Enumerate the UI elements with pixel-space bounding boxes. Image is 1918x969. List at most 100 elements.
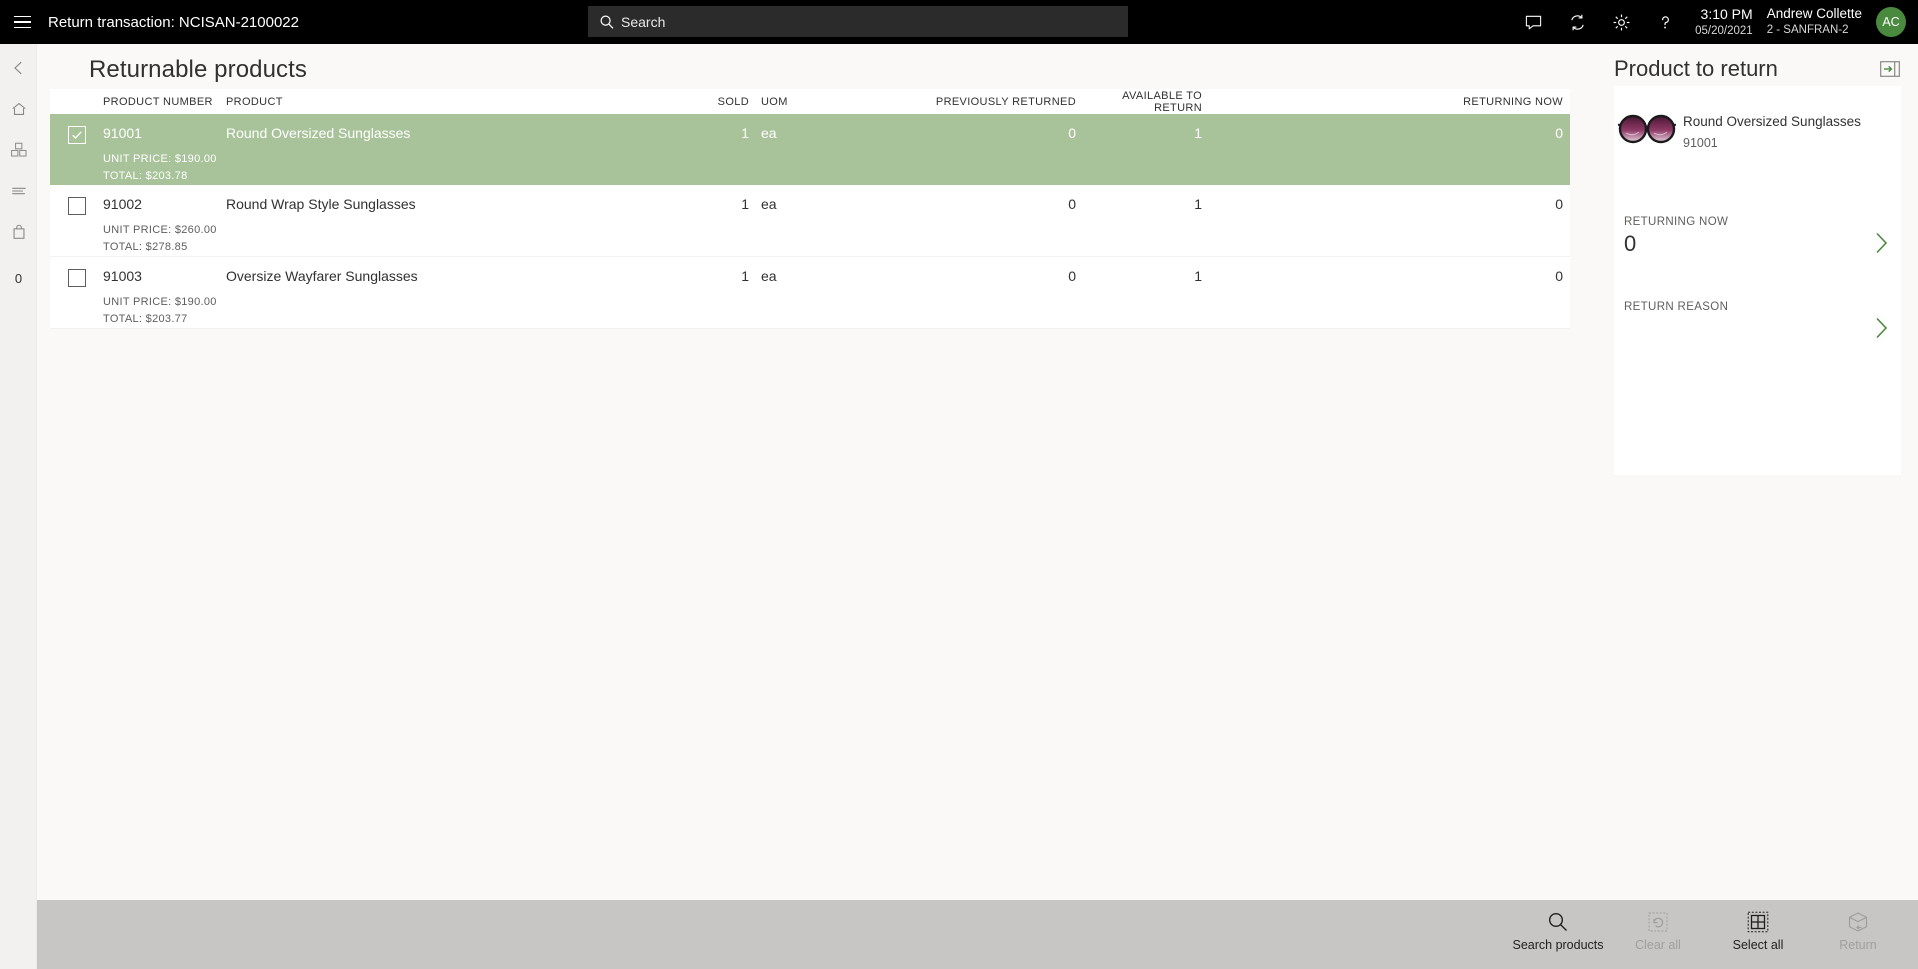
unit-price-value: UNIT PRICE: $190.00 bbox=[103, 153, 217, 165]
cell-product-number: 91002 UNIT PRICE: $260.00 TOTAL: $278.85 bbox=[103, 185, 226, 256]
return-label: Return bbox=[1839, 938, 1877, 952]
cell-sold: 1 bbox=[741, 268, 749, 284]
cell-returning-now: 0 bbox=[1555, 125, 1563, 141]
unit-price-value: UNIT PRICE: $260.00 bbox=[103, 224, 217, 236]
chevron-right-icon[interactable] bbox=[1871, 230, 1891, 261]
avatar[interactable]: AC bbox=[1876, 7, 1906, 37]
cell-product-name: Oversize Wayfarer Sunglasses bbox=[226, 268, 418, 284]
clear-all-button[interactable]: Clear all bbox=[1608, 900, 1708, 953]
select-all-label: Select all bbox=[1732, 938, 1784, 952]
return-reason-label: RETURN REASON bbox=[1624, 301, 1729, 313]
total-value: TOTAL: $278.85 bbox=[103, 241, 188, 253]
unit-price-value: UNIT PRICE: $190.00 bbox=[103, 296, 217, 308]
top-app-bar: Return transaction: NCISAN-2100022 Searc… bbox=[0, 0, 1918, 44]
product-to-return-panel: Product to return Round Oversized Sungla… bbox=[1570, 44, 1918, 900]
help-icon[interactable] bbox=[1643, 0, 1687, 44]
clear-all-label: Clear all bbox=[1635, 938, 1681, 952]
return-reason-field[interactable]: RETURN REASON bbox=[1624, 301, 1891, 344]
product-number-value: 91001 bbox=[103, 125, 142, 141]
price-details: UNIT PRICE: $190.00 TOTAL: $203.77 bbox=[103, 294, 226, 328]
select-all-icon bbox=[1747, 909, 1769, 935]
selected-product-text: Round Oversized Sunglasses 91001 bbox=[1683, 96, 1861, 150]
cell-available-to-return: 1 bbox=[1194, 196, 1202, 212]
user-name: Andrew Collette bbox=[1766, 6, 1862, 22]
current-date: 05/20/2021 bbox=[1695, 24, 1753, 37]
bottom-actions: Search products Clear all Select all Ret… bbox=[1508, 900, 1908, 969]
current-time: 3:10 PM bbox=[1700, 6, 1753, 23]
column-header-uom: UOM bbox=[761, 95, 788, 108]
back-icon[interactable] bbox=[0, 49, 37, 87]
gear-icon[interactable] bbox=[1599, 0, 1643, 44]
return-product-card: Round Oversized Sunglasses 91001 RETURNI… bbox=[1614, 86, 1901, 475]
expand-panel-icon[interactable] bbox=[1880, 61, 1900, 77]
search-input[interactable]: Search bbox=[588, 6, 1128, 37]
bag-icon[interactable] bbox=[0, 213, 37, 251]
total-value: TOTAL: $203.77 bbox=[103, 313, 188, 325]
page-transaction-title: Return transaction: NCISAN-2100022 bbox=[48, 13, 299, 31]
returning-now-field[interactable]: RETURNING NOW 0 bbox=[1624, 216, 1891, 259]
price-details: UNIT PRICE: $190.00 TOTAL: $203.78 bbox=[103, 151, 226, 185]
cell-returning-now: 0 bbox=[1555, 268, 1563, 284]
row-checkbox-cell[interactable] bbox=[50, 185, 103, 215]
cell-uom: ea bbox=[761, 268, 777, 284]
select-all-button[interactable]: Select all bbox=[1708, 900, 1808, 953]
cell-available-to-return: 1 bbox=[1194, 268, 1202, 284]
row-checkbox[interactable] bbox=[67, 126, 86, 144]
product-number-value: 91002 bbox=[103, 196, 142, 212]
cell-available-to-return: 1 bbox=[1194, 125, 1202, 141]
selected-product-summary: Round Oversized Sunglasses 91001 bbox=[1614, 86, 1901, 152]
hamburger-menu-icon[interactable] bbox=[0, 0, 44, 44]
grid-header-row: PRODUCT NUMBER PRODUCT SOLD UOM PREVIOUS… bbox=[50, 89, 1580, 114]
cell-uom: ea bbox=[761, 196, 777, 212]
search-icon bbox=[599, 14, 615, 30]
column-header-returning-now: RETURNING NOW bbox=[1463, 95, 1563, 108]
cell-returning-now: 0 bbox=[1555, 196, 1563, 212]
cell-uom: ea bbox=[761, 125, 777, 141]
column-header-sold: SOLD bbox=[717, 95, 749, 108]
chevron-right-icon[interactable] bbox=[1871, 315, 1891, 346]
table-row[interactable]: 91003 UNIT PRICE: $190.00 TOTAL: $203.77… bbox=[50, 257, 1580, 329]
store-name: 2 - SANFRAN-2 bbox=[1766, 24, 1849, 37]
cell-previously-returned: 0 bbox=[1068, 268, 1076, 284]
products-icon[interactable] bbox=[0, 131, 37, 169]
cell-previously-returned: 0 bbox=[1068, 125, 1076, 141]
cell-product-name: Round Wrap Style Sunglasses bbox=[226, 196, 416, 212]
cell-product-number: 91003 UNIT PRICE: $190.00 TOTAL: $203.77 bbox=[103, 257, 226, 328]
cell-previously-returned: 0 bbox=[1068, 196, 1076, 212]
cell-sold: 1 bbox=[741, 196, 749, 212]
search-products-button[interactable]: Search products bbox=[1508, 900, 1608, 953]
column-header-product: PRODUCT bbox=[226, 95, 283, 108]
search-placeholder-text: Search bbox=[621, 13, 666, 30]
returning-now-value: 0 bbox=[1624, 231, 1637, 256]
column-header-previously-returned: PREVIOUSLY RETURNED bbox=[935, 95, 1076, 108]
row-checkbox[interactable] bbox=[67, 197, 86, 215]
cell-sold: 1 bbox=[741, 125, 749, 141]
user-info[interactable]: Andrew Collette 2 - SANFRAN-2 bbox=[1767, 6, 1862, 37]
bottom-command-bar: Search products Clear all Select all Ret… bbox=[37, 900, 1918, 969]
right-panel-title: Product to return bbox=[1614, 56, 1778, 81]
page-title: Returnable products bbox=[89, 56, 308, 83]
journal-icon[interactable] bbox=[0, 172, 37, 210]
sunglasses-thumbnail-icon bbox=[1616, 106, 1678, 152]
row-checkbox[interactable] bbox=[67, 269, 86, 287]
total-value: TOTAL: $203.78 bbox=[103, 170, 188, 182]
returnable-products-grid: PRODUCT NUMBER PRODUCT SOLD UOM PREVIOUS… bbox=[50, 89, 1580, 329]
table-row[interactable]: 91002 UNIT PRICE: $260.00 TOTAL: $278.85… bbox=[50, 185, 1580, 257]
feedback-icon[interactable] bbox=[1511, 0, 1555, 44]
row-checkbox-cell[interactable] bbox=[50, 114, 103, 144]
home-icon[interactable] bbox=[0, 90, 37, 128]
left-navigation-rail: 0 bbox=[0, 44, 37, 969]
row-checkbox-cell[interactable] bbox=[50, 257, 103, 287]
price-details: UNIT PRICE: $260.00 TOTAL: $278.85 bbox=[103, 222, 226, 256]
app-root: Return transaction: NCISAN-2100022 Searc… bbox=[0, 0, 1918, 969]
cell-product-name: Round Oversized Sunglasses bbox=[226, 125, 411, 141]
column-header-product-number: PRODUCT NUMBER bbox=[103, 95, 213, 108]
search-products-label: Search products bbox=[1512, 938, 1604, 952]
clock: 3:10 PM 05/20/2021 bbox=[1695, 6, 1753, 38]
return-button[interactable]: Return bbox=[1808, 900, 1908, 953]
sync-icon[interactable] bbox=[1555, 0, 1599, 44]
selected-product-name: Round Oversized Sunglasses bbox=[1683, 114, 1861, 129]
column-header-available-to-return: AVAILABLE TO RETURN bbox=[1122, 89, 1202, 114]
table-row[interactable]: 91001 UNIT PRICE: $190.00 TOTAL: $203.78… bbox=[50, 114, 1580, 185]
topbar-right-cluster: 3:10 PM 05/20/2021 Andrew Collette 2 - S… bbox=[1511, 0, 1918, 44]
